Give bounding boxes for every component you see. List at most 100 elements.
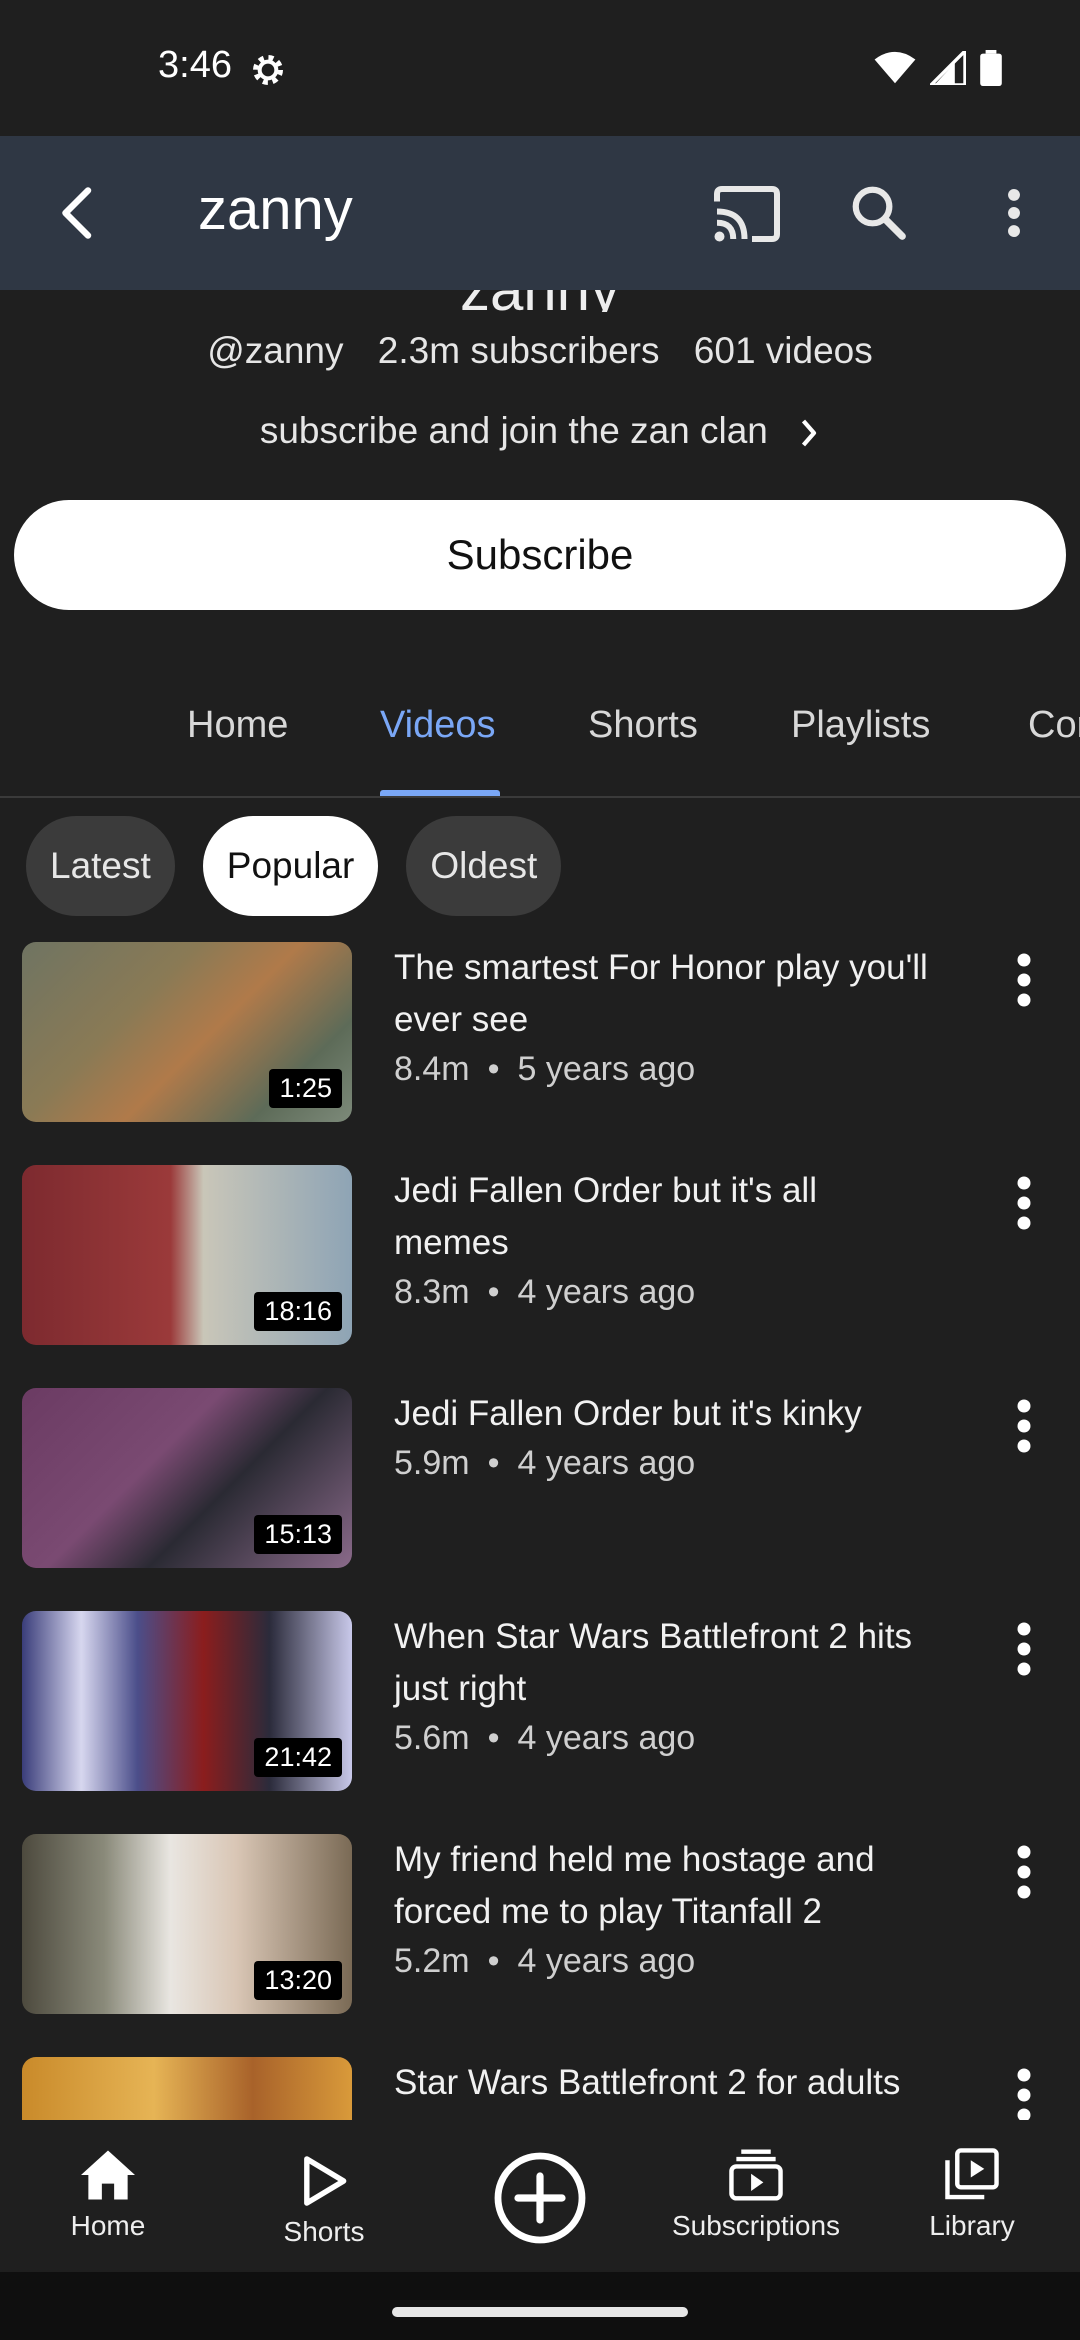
video-views: 5.9m [394,1444,470,1482]
channel-title: zanny [198,177,353,242]
tab-shorts[interactable]: Shorts [588,704,698,747]
battery-icon [980,50,1002,86]
active-tab-indicator [380,790,500,796]
channel-tagline-link[interactable]: subscribe and join the zan clan [0,410,1080,452]
nav-shorts[interactable]: Shorts [224,2154,424,2248]
video-count: 601 videos [693,330,873,371]
video-thumbnail[interactable]: 1:25 [22,942,352,1122]
create-plus-icon [494,2152,586,2244]
library-icon [945,2148,999,2200]
tab-community[interactable]: Community [1028,704,1080,747]
system-gesture-area [0,2272,1080,2340]
video-item[interactable]: 18:16 Jedi Fallen Order but it's all mem… [0,1165,1080,1365]
video-thumbnail[interactable]: 13:20 [22,1834,352,2014]
video-meta: 5.9m • 4 years ago [394,1444,695,1483]
app-bar: zanny [0,136,1080,290]
channel-handle: @zanny [207,330,344,371]
video-more-icon[interactable] [1006,2065,1042,2120]
video-age: 4 years ago [517,1273,696,1311]
nav-home[interactable]: Home [8,2148,208,2242]
video-list: 1:25 The smartest For Honor play you'll … [0,942,1080,2120]
video-more-icon[interactable] [1006,950,1042,1010]
search-icon[interactable] [848,182,910,244]
meta-dot: • [487,1050,500,1088]
video-views: 5.6m [394,1719,470,1757]
meta-dot: • [487,1273,500,1311]
meta-dot: • [487,1719,500,1757]
video-thumbnail[interactable]: 18:16 [22,1165,352,1345]
video-age: 5 years ago [517,1050,696,1088]
bottom-navigation: Home Shorts Subscriptions Library [0,2120,1080,2272]
video-more-icon[interactable] [1006,1173,1042,1233]
tab-playlists[interactable]: Playlists [791,704,930,747]
signal-icon [930,51,966,85]
video-views: 8.4m [394,1050,470,1088]
shorts-play-icon [304,2156,347,2206]
home-gesture-bar[interactable] [392,2307,688,2317]
status-bar: 3:46 [0,0,1080,136]
video-title[interactable]: Star Wars Battlefront 2 for adults [394,2057,934,2109]
meta-dot: • [487,1444,500,1482]
video-duration: 18:16 [254,1292,342,1331]
video-title[interactable]: When Star Wars Battlefront 2 hits just r… [394,1611,934,1715]
video-title[interactable]: Jedi Fallen Order but it's all memes [394,1165,934,1269]
subscriptions-icon [729,2149,783,2201]
video-title[interactable]: Jedi Fallen Order but it's kinky [394,1388,934,1440]
nav-library[interactable]: Library [872,2148,1072,2242]
status-time: 3:46 [158,44,232,86]
video-duration: 13:20 [254,1961,342,2000]
chevron-right-icon [802,419,817,447]
chip-latest[interactable]: Latest [26,816,175,916]
nav-shorts-label: Shorts [283,2216,365,2247]
nav-home-label: Home [70,2210,146,2241]
wifi-icon [874,51,916,84]
video-item[interactable]: 13:20 My friend held me hostage and forc… [0,1834,1080,2034]
nav-create[interactable] [440,2150,640,2254]
chip-popular[interactable]: Popular [202,816,379,916]
home-icon [81,2150,135,2200]
video-meta: 8.3m • 4 years ago [394,1273,695,1312]
video-more-icon[interactable] [1006,1396,1042,1456]
status-indicators [874,50,1002,86]
video-title[interactable]: My friend held me hostage and forced me … [394,1834,934,1938]
video-item[interactable]: 15:13 Jedi Fallen Order but it's kinky 5… [0,1388,1080,1588]
video-age: 4 years ago [517,1719,696,1757]
video-item[interactable]: 1:25 The smartest For Honor play you'll … [0,942,1080,1142]
video-duration: 15:13 [254,1515,342,1554]
nav-subscriptions-label: Subscriptions [671,2210,841,2241]
video-views: 5.2m [394,1942,470,1980]
tab-videos[interactable]: Videos [380,704,496,747]
more-options-icon[interactable] [992,182,1036,244]
tab-home[interactable]: Home [187,704,288,747]
video-item[interactable]: 21:42 When Star Wars Battlefront 2 hits … [0,1611,1080,1811]
subscribe-button[interactable]: Subscribe [14,500,1066,610]
cast-icon[interactable] [712,184,782,244]
nav-subscriptions[interactable]: Subscriptions [656,2148,856,2242]
video-thumbnail[interactable]: 21:42 [22,1611,352,1791]
video-age: 4 years ago [517,1942,696,1980]
video-meta: 8.4m • 5 years ago [394,1050,695,1089]
video-more-icon[interactable] [1006,1842,1042,1902]
channel-tabs: Home Videos Shorts Playlists Community [0,680,1080,798]
chip-oldest[interactable]: Oldest [406,816,562,916]
video-views: 8.3m [394,1273,470,1311]
video-more-icon[interactable] [1006,1619,1042,1679]
video-item[interactable]: Star Wars Battlefront 2 for adults [0,2057,1080,2120]
meta-dot: • [487,1942,500,1980]
channel-name-partial: zanny [0,290,1080,312]
sort-chips: Latest Popular Oldest [26,816,562,916]
video-duration: 21:42 [254,1738,342,1777]
video-thumbnail[interactable]: 15:13 [22,1388,352,1568]
settings-gear-icon [253,55,283,85]
back-arrow-icon[interactable] [48,181,108,245]
tagline-text: subscribe and join the zan clan [259,410,768,451]
channel-meta: @zanny 2.3m subscribers 601 videos [0,330,1080,372]
video-meta: 5.2m • 4 years ago [394,1942,695,1981]
video-thumbnail[interactable] [22,2057,352,2120]
video-duration: 1:25 [269,1069,342,1108]
video-meta: 5.6m • 4 years ago [394,1719,695,1758]
video-title[interactable]: The smartest For Honor play you'll ever … [394,942,934,1046]
nav-library-label: Library [929,2210,1015,2241]
subscriber-count: 2.3m subscribers [377,330,660,371]
video-age: 4 years ago [517,1444,696,1482]
